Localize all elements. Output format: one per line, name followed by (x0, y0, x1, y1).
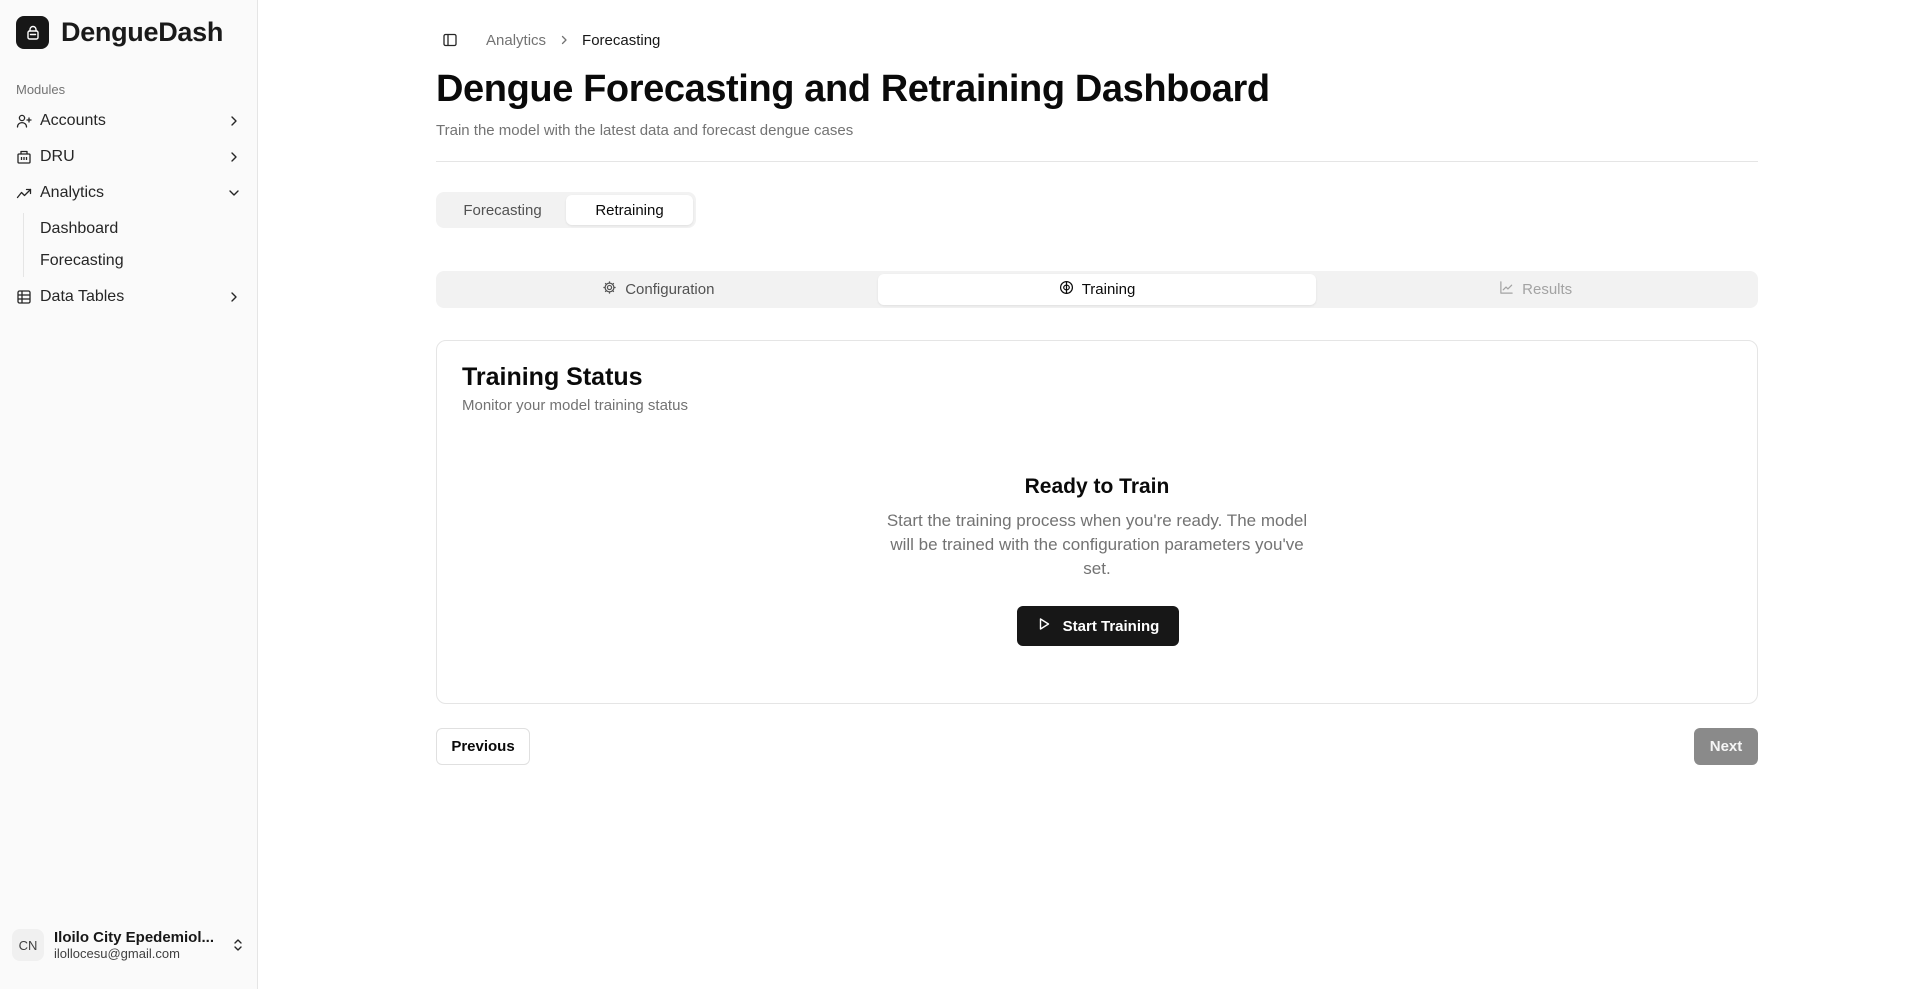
user-email: ilollocesu@gmail.com (54, 946, 180, 961)
breadcrumb: Analytics Forecasting (440, 30, 660, 50)
brand-name: DengueDash (61, 17, 224, 47)
chevron-down-icon (226, 185, 242, 201)
sidebar: DengueDash Modules Accounts DRU Analytic… (0, 0, 258, 989)
card-subtitle: Monitor your model training status (462, 397, 688, 414)
brain-icon (1059, 280, 1074, 299)
card-title: Training Status (462, 363, 643, 391)
line-chart-icon (1499, 280, 1514, 299)
chevron-right-icon (226, 113, 242, 129)
brand[interactable]: DengueDash (16, 16, 223, 49)
ready-description: Start the training process when you're r… (867, 509, 1327, 581)
user-name: Iloilo City Epedemiol... (54, 929, 215, 946)
gear-icon (602, 280, 617, 299)
sidebar-nav: Accounts DRU Analytics Dashboard Forecas… (8, 103, 250, 315)
sidebar-item-label: Data Tables (40, 288, 125, 305)
ready-description-line: will be trained with the configuration p… (890, 535, 1304, 554)
chevron-right-icon (226, 149, 242, 165)
modules-label: Modules (16, 82, 66, 97)
divider (436, 161, 1758, 162)
step-tab-training[interactable]: Training (877, 274, 1317, 305)
ready-title: Ready to Train (1024, 475, 1170, 498)
step-tabs: Configuration Training Results (436, 271, 1758, 308)
user-menu[interactable]: CN Iloilo City Epedemiol... ilollocesu@g… (12, 918, 246, 972)
analytics-subnav: Dashboard Forecasting (23, 213, 250, 277)
sidebar-item-accounts[interactable]: Accounts (8, 103, 250, 139)
brand-logo-icon (16, 16, 49, 49)
avatar: CN (12, 929, 44, 961)
tab-forecasting[interactable]: Forecasting (439, 195, 566, 225)
next-button[interactable]: Next (1694, 728, 1758, 765)
page-title: Dengue Forecasting and Retraining Dashbo… (436, 68, 1270, 110)
sidebar-item-data-tables[interactable]: Data Tables (8, 279, 250, 315)
chart-trend-icon (16, 185, 32, 201)
training-status-card: Training Status Monitor your model train… (436, 340, 1758, 704)
sidebar-item-label: Accounts (40, 112, 106, 129)
chevron-right-icon (226, 289, 242, 305)
page-subtitle: Train the model with the latest data and… (436, 122, 854, 139)
ready-description-line: Start the training process when you're r… (886, 511, 1308, 530)
ready-description-line: set. (1083, 559, 1111, 578)
table-icon (16, 289, 32, 305)
step-tab-label: Results (1522, 281, 1573, 298)
start-training-button[interactable]: Start Training (1017, 606, 1179, 646)
sidebar-item-label: Analytics (40, 184, 105, 201)
tab-retraining[interactable]: Retraining (566, 195, 693, 225)
chevron-right-icon (558, 34, 570, 46)
sidebar-item-analytics[interactable]: Analytics (8, 175, 250, 211)
building-icon (16, 149, 32, 165)
user-plus-icon (16, 113, 32, 129)
user-info: Iloilo City Epedemiol... ilollocesu@gmai… (54, 929, 220, 961)
play-icon (1037, 617, 1051, 635)
previous-button[interactable]: Previous (436, 728, 530, 765)
step-tab-label: Configuration (625, 281, 715, 298)
mode-tabs: Forecasting Retraining (436, 192, 696, 228)
step-tab-configuration[interactable]: Configuration (439, 274, 878, 305)
sidebar-toggle-icon[interactable] (440, 30, 460, 50)
step-tab-results[interactable]: Results (1316, 274, 1755, 305)
step-tab-label: Training (1081, 281, 1136, 298)
chevron-up-down-icon (230, 937, 246, 953)
breadcrumb-analytics[interactable]: Analytics (486, 32, 546, 49)
sidebar-item-label: DRU (40, 148, 75, 165)
sidebar-subitem-dashboard[interactable]: Dashboard (40, 213, 250, 245)
breadcrumb-current: Forecasting (582, 31, 661, 49)
sidebar-item-dru[interactable]: DRU (8, 139, 250, 175)
sidebar-subitem-forecasting[interactable]: Forecasting (40, 245, 250, 277)
start-training-label: Start Training (1062, 617, 1160, 635)
